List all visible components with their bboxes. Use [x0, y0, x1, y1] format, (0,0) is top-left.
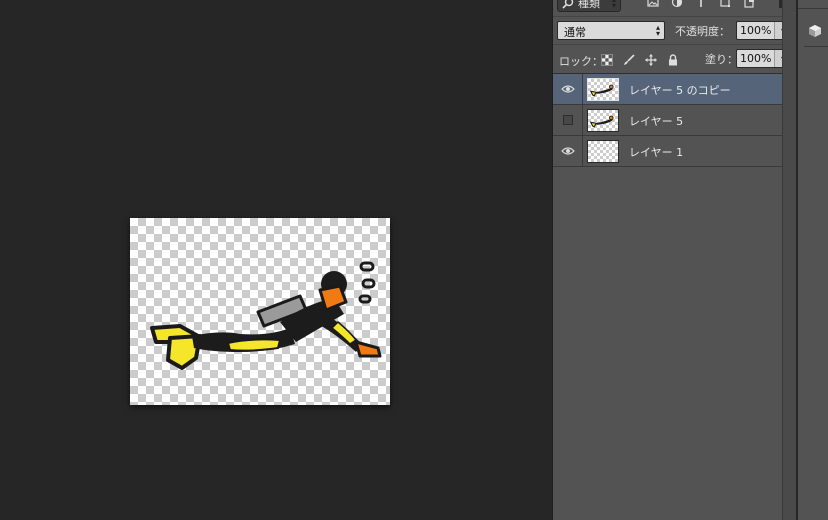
layer-thumbnail	[587, 109, 619, 132]
lock-label: ロック：	[559, 55, 603, 68]
diver-thumbnail-icon	[589, 84, 614, 97]
lock-transparent-pixels-icon[interactable]	[601, 54, 613, 66]
layer-name[interactable]: レイヤー 1	[629, 144, 683, 160]
adjustment-filter-icon[interactable]	[671, 0, 683, 8]
fill-value: 100%	[740, 52, 772, 65]
layer-thumbnail	[587, 140, 619, 163]
image-filter-icon[interactable]	[647, 0, 659, 8]
select-arrows-icon: ▴▾	[655, 23, 660, 38]
layers-scrollbar[interactable]	[782, 0, 797, 520]
lock-all-icon[interactable]	[667, 54, 679, 66]
layer-row[interactable]: レイヤー 1	[553, 136, 783, 167]
eye-icon	[561, 85, 575, 93]
visibility-off-box	[563, 115, 573, 125]
layer-thumbnail	[587, 78, 619, 101]
lock-fill-row: ロック： 塗り： 100% ▾	[553, 44, 792, 74]
blend-mode-value: 通常	[564, 26, 586, 39]
layer-row[interactable]: レイヤー 5 のコピー	[553, 74, 783, 105]
smart-object-filter-icon[interactable]	[743, 0, 755, 8]
opacity-label: 不透明度：	[675, 25, 730, 38]
canvas-area[interactable]	[0, 0, 552, 520]
filter-kind-select[interactable]: 種類 ▴▾	[557, 0, 621, 12]
select-arrows-icon: ▴▾	[611, 0, 616, 10]
blend-mode-select[interactable]: 通常 ▴ ▾	[557, 21, 665, 40]
3d-cube-icon[interactable]	[808, 24, 822, 38]
layer-visibility-toggle[interactable]	[553, 136, 583, 166]
diver-thumbnail-icon	[589, 115, 614, 128]
lock-position-icon[interactable]	[645, 54, 657, 66]
layers-panel: 種類 ▴▾ 通常 ▴▾ 不透明度： 100% ▾ ロック： 塗り：	[552, 0, 792, 520]
side-dock	[798, 0, 828, 520]
blend-opacity-row: 通常 ▴▾ 不透明度： 100% ▾	[553, 16, 792, 44]
layer-visibility-toggle[interactable]	[553, 74, 583, 104]
shape-filter-icon[interactable]	[719, 0, 731, 8]
eye-icon	[561, 147, 575, 155]
dock-separator	[804, 46, 828, 47]
dock-header	[798, 0, 828, 9]
layer-name[interactable]: レイヤー 5	[629, 113, 683, 129]
layer-visibility-toggle[interactable]	[553, 105, 583, 135]
layer-name[interactable]: レイヤー 5 のコピー	[629, 82, 731, 98]
scuba-diver-illustration	[150, 261, 382, 370]
type-filter-icon[interactable]	[695, 0, 707, 8]
search-icon	[562, 0, 574, 9]
fill-label: 塗り：	[705, 53, 738, 66]
layer-filter-row: 種類 ▴▾	[553, 0, 783, 14]
document-canvas[interactable]	[130, 218, 390, 405]
lock-image-pixels-icon[interactable]	[623, 54, 635, 66]
layer-row[interactable]: レイヤー 5	[553, 105, 783, 136]
opacity-value: 100%	[740, 24, 772, 37]
filter-kind-label: 種類	[578, 0, 600, 10]
